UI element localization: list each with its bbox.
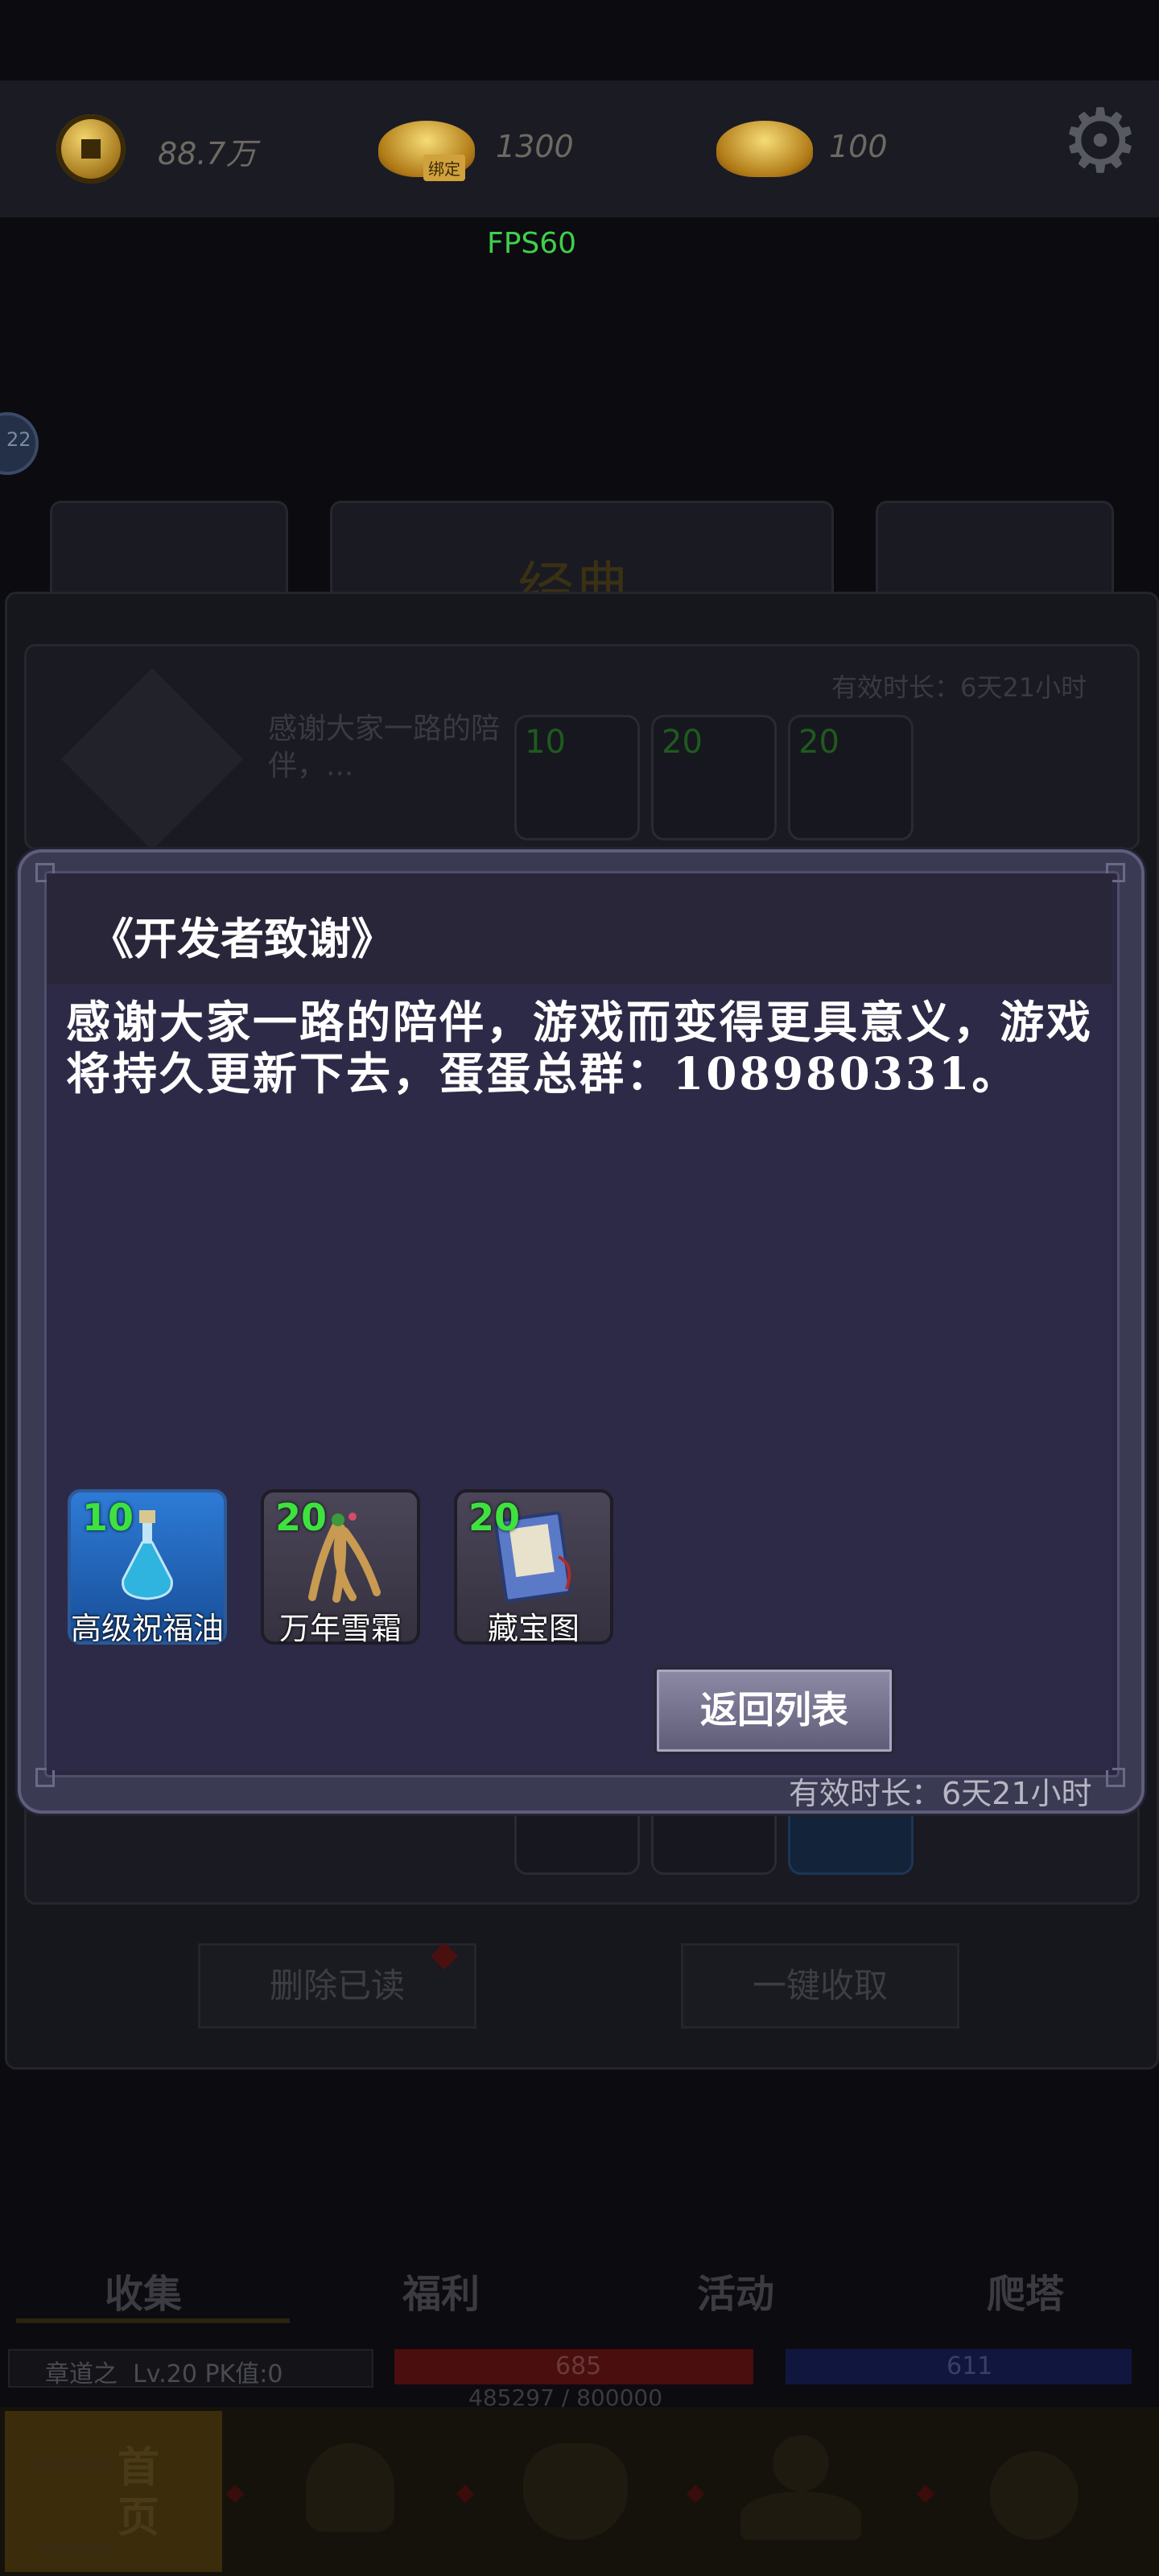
preview-slot-1: 10 (514, 715, 640, 840)
reward-item-blessing-oil[interactable]: 10 高级祝福油 (68, 1489, 227, 1646)
money-bag-icon (523, 2443, 628, 2540)
bg-tab-left (50, 501, 288, 602)
dialog-message: 感谢大家一路的陪伴，游戏而变得更具意义，游戏将持久更新下去，蛋蛋总群：10898… (66, 996, 1094, 1100)
nav-character[interactable] (241, 2411, 459, 2572)
reward-name: 万年雪霜 (278, 1611, 402, 1646)
collect-all-button[interactable]: 一键收取 (681, 1943, 959, 2029)
preview-count-2: 20 (662, 724, 703, 761)
reward-count: 10 (82, 1496, 134, 1539)
reward-name: 藏宝图 (487, 1611, 580, 1646)
fps-counter: FPS60 (487, 227, 577, 260)
mail-item-1[interactable]: 感谢大家一路的陪伴，... 有效时长：6天21小时 10 20 20 (24, 644, 1140, 851)
bottom-nav: 首 页 (0, 2407, 1159, 2576)
mp-value: 611 (947, 2352, 993, 2380)
mail-valid-text: 有效时长：6天21小时 (831, 672, 1087, 703)
reward-count: 20 (275, 1496, 328, 1539)
ingot-amount: 100 (829, 129, 888, 164)
reward-count: 20 (468, 1496, 521, 1539)
tab-collect[interactable]: 收集 (105, 2262, 182, 2318)
hp-bar: 685 (394, 2349, 753, 2384)
dialog-title: 《开发者致谢》 (90, 913, 394, 964)
tab-tower[interactable]: 爬塔 (987, 2262, 1064, 2318)
ingot-icon (716, 121, 813, 177)
tab-activity[interactable]: 活动 (697, 2262, 774, 2318)
nav-home-label: 首 页 (118, 2444, 160, 2542)
bg-tab-right (876, 501, 1114, 602)
nav-cultivate[interactable] (692, 2411, 909, 2572)
pavilion-icon (37, 2459, 109, 2554)
tab-welfare[interactable]: 福利 (402, 2262, 480, 2318)
tab-indicator (16, 2318, 290, 2323)
currency-bar: 88.7万 绑定 1300 100 ⚙ (0, 80, 1159, 217)
envelope-icon (60, 667, 244, 851)
mp-bar: 611 (786, 2349, 1132, 2384)
meditation-icon (773, 2435, 829, 2491)
corner-ornament (35, 1768, 55, 1787)
nav-sect[interactable] (926, 2411, 1143, 2572)
preview-slot-3: 20 (788, 715, 914, 840)
valid-time-text: 有效时长：6天21小时 (789, 1776, 1092, 1811)
preview-slot-2: 20 (651, 715, 777, 840)
copper-coin-icon (56, 114, 126, 184)
reward-name: 高级祝福油 (70, 1611, 224, 1646)
coin-amount: 88.7万 (158, 136, 257, 171)
reward-item-treasure-map[interactable]: 20 藏宝图 (454, 1489, 613, 1646)
bottom-tabs: 收集 福利 活动 爬塔 (0, 2238, 1159, 2326)
corner-ornament (1106, 1768, 1125, 1787)
hp-value: 685 (555, 2352, 602, 2380)
mail-preview-text: 感谢大家一路的陪伴，... (268, 712, 501, 782)
reward-item-snow-frost[interactable]: 20 万年雪霜 (261, 1489, 420, 1646)
bound-ingot-amount: 1300 (496, 129, 574, 164)
gear-icon[interactable]: ⚙ (1056, 97, 1145, 185)
preview-count-1: 10 (525, 724, 566, 761)
avatar-badge[interactable]: 22 (0, 412, 39, 475)
bg-tab-center: 经典 (330, 501, 834, 621)
meditation-body (740, 2491, 861, 2540)
return-list-button[interactable]: 返回列表 (654, 1666, 895, 1755)
dialog-body (47, 985, 1112, 1770)
helmet-icon (306, 2443, 394, 2532)
nav-bag[interactable] (467, 2411, 684, 2572)
taiji-icon (990, 2451, 1079, 2540)
player-info-box: 章道之 Lv.20 PK值:0 (8, 2349, 373, 2388)
status-bar: 章道之 Lv.20 PK值:0 685 611 485297 / 800000 (0, 2344, 1159, 2411)
bound-tag: 绑定 (423, 155, 465, 181)
player-info: 章道之 Lv.20 PK值:0 (45, 2360, 283, 2388)
nav-home[interactable]: 首 页 (5, 2411, 222, 2572)
avatar-badge-number: 22 (6, 428, 31, 451)
preview-count-3: 20 (798, 724, 839, 761)
